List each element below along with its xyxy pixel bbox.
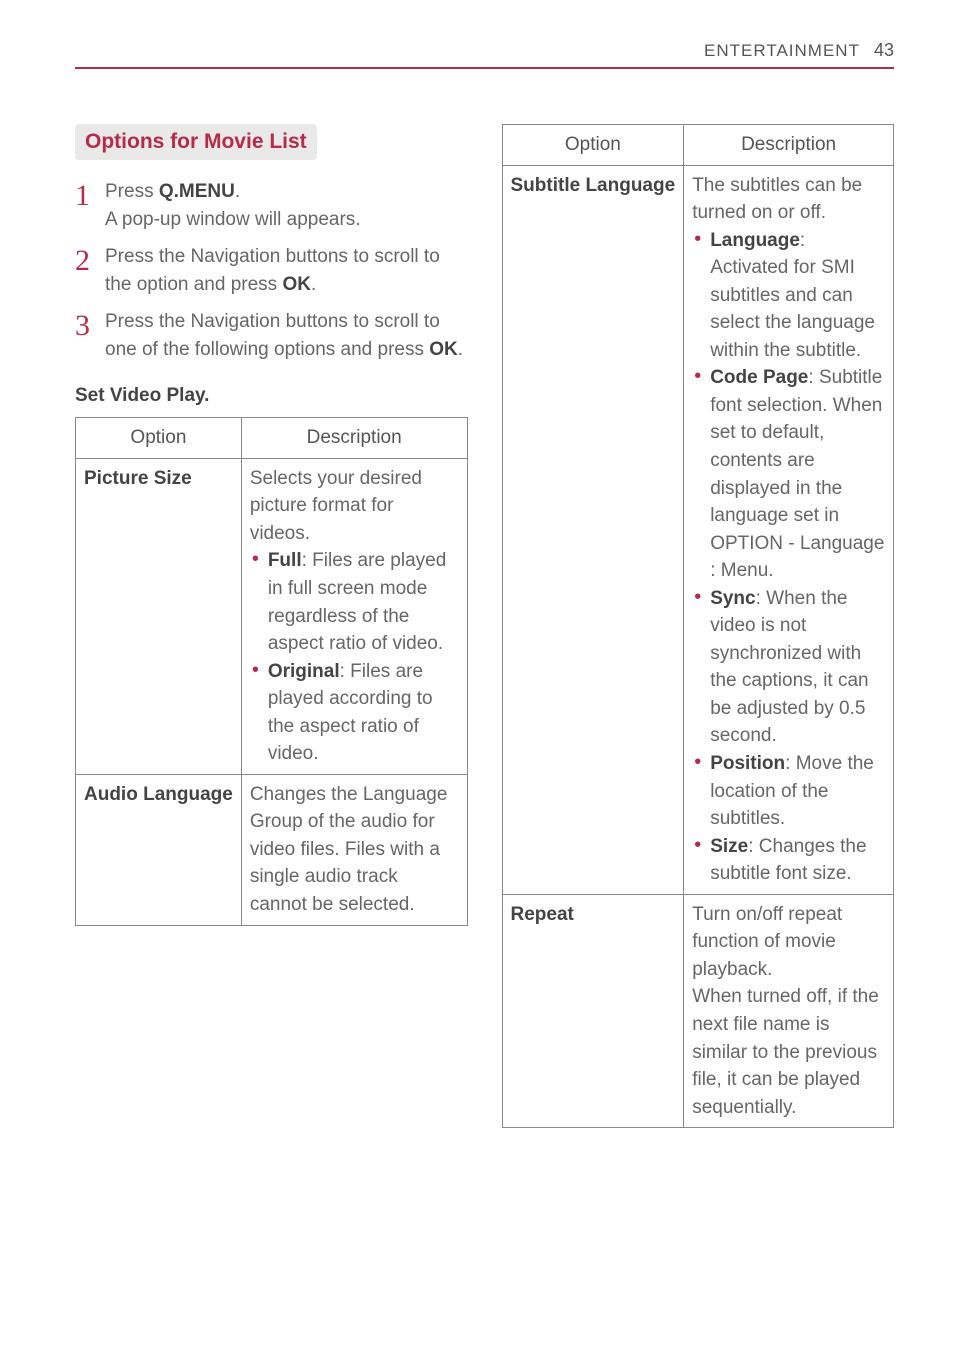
table-header-description: Description xyxy=(241,418,467,459)
bullet-text: : When the video is not synchronized wit… xyxy=(710,588,868,747)
bullet-bold: Size xyxy=(710,836,748,857)
desc-intro: Selects your desired picture format for … xyxy=(250,465,459,548)
list-item: Full: Files are played in full screen mo… xyxy=(250,547,459,657)
table-header-option: Option xyxy=(76,418,242,459)
right-table: Option Description Subtitle Language The… xyxy=(502,124,895,1128)
bullet-list: Language: Activated for SMI subtitles an… xyxy=(692,227,885,888)
desc-extra: When turned off, if the next file name i… xyxy=(692,983,885,1121)
table-header-option: Option xyxy=(502,125,684,166)
table-header-row: Option Description xyxy=(502,125,894,166)
header-section-label: ENTERTAINMENT xyxy=(704,41,860,61)
desc-intro: Changes the Language Group of the audio … xyxy=(250,781,459,919)
list-item: Sync: When the video is not synchronized… xyxy=(692,585,885,750)
step-text: A pop-up window will appears. xyxy=(105,209,361,230)
bullet-bold: Code Page xyxy=(710,367,808,388)
table-header-row: Option Description xyxy=(76,418,468,459)
list-item: Original: Files are played according to … xyxy=(250,658,459,768)
bullet-list: Full: Files are played in full screen mo… xyxy=(250,547,459,767)
table-row: Subtitle Language The subtitles can be t… xyxy=(502,165,894,894)
bullet-bold: Original xyxy=(268,661,340,682)
desc-intro: The subtitles can be turned on or off. xyxy=(692,172,885,227)
step-text: . xyxy=(458,339,463,360)
option-description: Changes the Language Group of the audio … xyxy=(241,774,467,925)
step-text: . xyxy=(235,181,240,202)
page-header: ENTERTAINMENT 43 xyxy=(75,40,894,69)
option-description: Selects your desired picture format for … xyxy=(241,458,467,774)
list-item: Language: Activated for SMI subtitles an… xyxy=(692,227,885,365)
option-name: Repeat xyxy=(502,894,684,1127)
step-text: Press the Navigation buttons to scroll t… xyxy=(105,246,440,295)
step-text: Press xyxy=(105,181,159,202)
step-text: Press the Navigation buttons to scroll t… xyxy=(105,311,440,360)
step-bold: OK xyxy=(429,339,458,360)
sub-heading: Set Video Play. xyxy=(75,385,468,407)
step-item: Press the Navigation buttons to scroll t… xyxy=(75,243,468,298)
section-title: Options for Movie List xyxy=(75,124,317,160)
option-name: Picture Size xyxy=(76,458,242,774)
option-name: Audio Language xyxy=(76,774,242,925)
bullet-bold: Position xyxy=(710,753,785,774)
step-bold: Q.MENU xyxy=(159,181,235,202)
step-item: Press Q.MENU. A pop-up window will appea… xyxy=(75,178,468,233)
list-item: Code Page: Subtitle font selection. When… xyxy=(692,364,885,584)
desc-intro: Turn on/off repeat function of movie pla… xyxy=(692,901,885,984)
left-table: Option Description Picture Size Selects … xyxy=(75,417,468,925)
steps-list: Press Q.MENU. A pop-up window will appea… xyxy=(75,178,468,363)
right-column: Option Description Subtitle Language The… xyxy=(502,124,895,1128)
table-row: Audio Language Changes the Language Grou… xyxy=(76,774,468,925)
bullet-bold: Full xyxy=(268,550,302,571)
bullet-bold: Language xyxy=(710,230,800,251)
step-item: Press the Navigation buttons to scroll t… xyxy=(75,308,468,363)
bullet-text: : Subtitle font selection. When set to d… xyxy=(710,367,884,581)
option-name: Subtitle Language xyxy=(502,165,684,894)
content-columns: Options for Movie List Press Q.MENU. A p… xyxy=(75,124,894,1128)
option-description: Turn on/off repeat function of movie pla… xyxy=(684,894,894,1127)
step-text: . xyxy=(311,274,316,295)
list-item: Position: Move the location of the subti… xyxy=(692,750,885,833)
left-column: Options for Movie List Press Q.MENU. A p… xyxy=(75,124,468,1128)
page: ENTERTAINMENT 43 Options for Movie List … xyxy=(0,0,954,1168)
table-row: Repeat Turn on/off repeat function of mo… xyxy=(502,894,894,1127)
list-item: Size: Changes the subtitle font size. xyxy=(692,833,885,888)
step-bold: OK xyxy=(282,274,311,295)
option-description: The subtitles can be turned on or off. L… xyxy=(684,165,894,894)
table-header-description: Description xyxy=(684,125,894,166)
header-page-number: 43 xyxy=(874,40,894,61)
table-row: Picture Size Selects your desired pictur… xyxy=(76,458,468,774)
bullet-bold: Sync xyxy=(710,588,755,609)
